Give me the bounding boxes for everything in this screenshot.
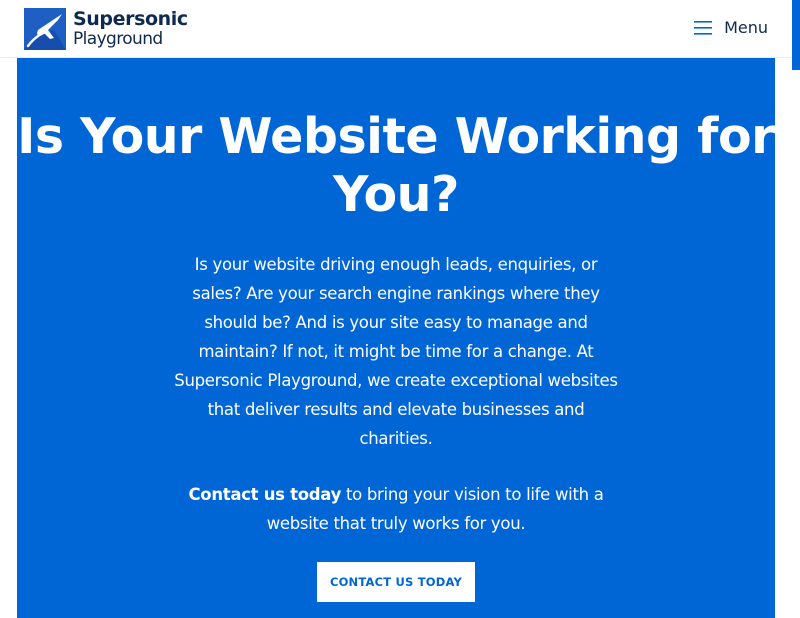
site-logo[interactable]: Supersonic Playground (24, 8, 188, 50)
page-scrollbar[interactable] (792, 0, 800, 600)
site-header: Supersonic Playground Menu (0, 0, 792, 58)
hamburger-icon (694, 20, 713, 35)
plane-logo-icon (24, 8, 66, 50)
menu-label: Menu (724, 18, 768, 37)
hero-cta-paragraph: Contact us today to bring your vision to… (162, 480, 630, 538)
logo-wordmark-line1: Supersonic (73, 8, 188, 30)
hero-title: Is Your Website Working for You? (17, 108, 775, 223)
contact-us-button[interactable]: CONTACT US TODAY (317, 562, 475, 602)
logo-wordmark: Supersonic Playground (73, 10, 188, 48)
contact-us-link[interactable]: Contact us today (188, 485, 341, 504)
scrollbar-thumb[interactable] (792, 0, 800, 70)
logo-wordmark-line2: Playground (73, 29, 163, 49)
hero-section: Is Your Website Working for You? Is your… (17, 58, 775, 618)
menu-button[interactable]: Menu (694, 18, 768, 37)
hero-description: Is your website driving enough leads, en… (174, 255, 618, 448)
